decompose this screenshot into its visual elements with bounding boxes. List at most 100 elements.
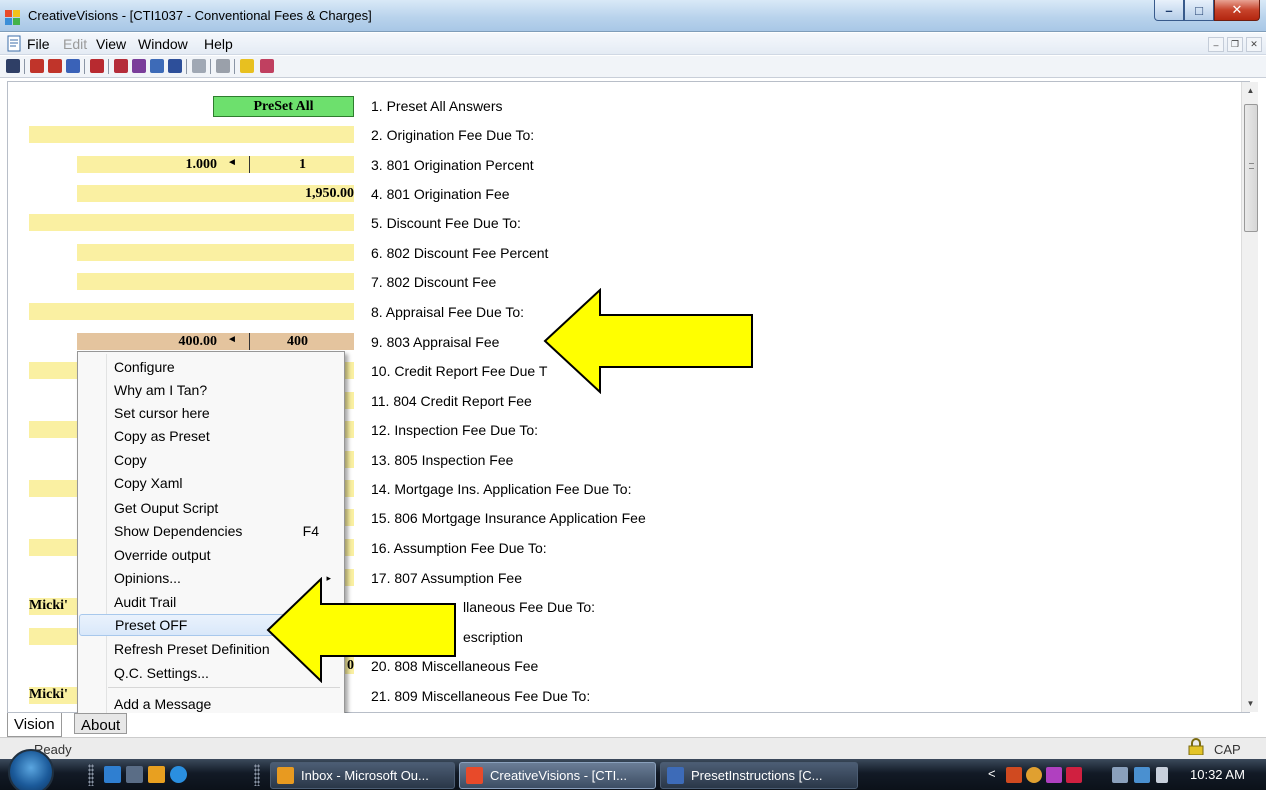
menu-item-label: Q.C. Settings... [114, 665, 209, 681]
network-icon[interactable] [1134, 767, 1150, 783]
close-button[interactable]: ✕ [1214, 0, 1260, 21]
status-bar: Ready CAP [0, 737, 1266, 759]
vertical-scrollbar[interactable]: ▲ ▼ [1241, 82, 1258, 712]
toolbar-flag-icon[interactable] [260, 59, 274, 73]
answer-field-21[interactable]: Micki' [29, 687, 79, 704]
answer-field-9[interactable]: 400.00 ◄ 400 [77, 333, 354, 350]
answer-field-6[interactable] [77, 244, 354, 261]
toolbar-globe-icon[interactable] [132, 59, 146, 73]
toolbar-separator [186, 59, 187, 74]
answer-field-5[interactable] [29, 214, 354, 231]
toolbar-help-icon[interactable] [240, 59, 254, 73]
tray-app-icon[interactable] [1006, 767, 1022, 783]
menu-item-set-cursor[interactable]: Set cursor here [79, 402, 343, 424]
outlook-icon [277, 767, 294, 784]
menu-item-add-message[interactable]: Add a Message [79, 693, 343, 715]
volume-icon[interactable] [1156, 767, 1168, 783]
toolbar [0, 56, 1266, 78]
caps-lock-indicator: CAP [1214, 742, 1241, 757]
taskbar-grip[interactable] [254, 764, 260, 786]
toolbar-person-icon[interactable] [114, 59, 128, 73]
menu-item-copy-as-preset[interactable]: Copy as Preset [79, 425, 343, 447]
menu-item-get-output-script[interactable]: Get Ouput Script [79, 497, 343, 519]
menu-item-label: Preset OFF [115, 617, 188, 633]
menu-edit[interactable]: Edit [63, 36, 87, 52]
creativevisions-app-icon[interactable] [4, 8, 22, 26]
taskbar-item-inbox[interactable]: Inbox - Microsoft Ou... [270, 762, 455, 789]
task-label: PresetInstructions [C... [691, 768, 823, 783]
document-icon[interactable] [7, 35, 23, 52]
answer-field-8[interactable] [29, 303, 354, 320]
show-desktop-icon[interactable] [104, 766, 121, 783]
menu-help[interactable]: Help [204, 36, 233, 52]
mdi-minimize-button[interactable]: – [1208, 37, 1224, 52]
tab-about[interactable]: About [74, 713, 128, 734]
appraisal-fee-value: 400.00 [178, 334, 218, 349]
toolbar-calc-icon[interactable] [150, 59, 164, 73]
answer-field-4[interactable]: 1,950.00 [77, 185, 354, 202]
menu-item-label: Set cursor here [114, 405, 210, 421]
toolbar-chart-icon[interactable] [66, 59, 80, 73]
toolbar-book-icon[interactable] [90, 59, 104, 73]
toolbar-d1-icon[interactable] [30, 59, 44, 73]
scroll-up-arrow-icon[interactable]: ▲ [1242, 82, 1259, 99]
menu-item-label: Override output [114, 547, 211, 563]
spin-arrow-icon[interactable]: ◄ [227, 334, 237, 345]
scrollbar-thumb[interactable] [1244, 104, 1258, 232]
menu-item-why-tan[interactable]: Why am I Tan? [79, 379, 343, 401]
mdi-restore-button[interactable]: ❐ [1227, 37, 1243, 52]
menu-item-configure[interactable]: Configure [79, 356, 343, 378]
preset-all-button[interactable]: PreSet All [213, 96, 354, 117]
tray-device-icon[interactable] [1112, 767, 1128, 783]
menu-item-label: Copy as Preset [114, 428, 210, 444]
question-label: 9. 803 Appraisal Fee [371, 334, 500, 350]
answer-field-7[interactable] [77, 273, 354, 290]
answer-field-3[interactable]: 1.000 ◄ 1 [77, 156, 354, 173]
creativevisions-icon [466, 767, 483, 784]
window-controls: – □ ✕ [1154, 0, 1260, 22]
answer-field-18[interactable]: Micki' [29, 598, 79, 615]
menu-window[interactable]: Window [138, 36, 188, 52]
menu-item-copy-xaml[interactable]: Copy Xaml [79, 472, 343, 494]
start-button[interactable] [8, 749, 54, 790]
question-label: 16. Assumption Fee Due To: [371, 540, 547, 556]
toolbar-grid-icon[interactable] [168, 59, 182, 73]
menu-item-copy[interactable]: Copy [79, 449, 343, 471]
toolbar-print-icon[interactable] [216, 59, 230, 73]
tab-vision[interactable]: Vision [7, 713, 62, 737]
mdi-close-button[interactable]: ✕ [1246, 37, 1262, 52]
taskbar-grip[interactable] [88, 764, 94, 786]
question-label: escription [463, 629, 523, 645]
taskbar-item-creativevisions[interactable]: CreativeVisions - [CTI... [459, 762, 656, 789]
show-hidden-icons-button[interactable]: < [988, 766, 996, 781]
toolbar-separator [210, 59, 211, 74]
menu-file[interactable]: File [27, 36, 50, 52]
scroll-down-arrow-icon[interactable]: ▼ [1242, 695, 1259, 712]
task-label: CreativeVisions - [CTI... [490, 768, 628, 783]
menu-view[interactable]: View [96, 36, 126, 52]
menu-item-label: Audit Trail [114, 594, 177, 610]
switch-windows-icon[interactable] [126, 766, 143, 783]
menu-item-override-output[interactable]: Override output [79, 544, 343, 566]
spin-arrow-icon[interactable]: ◄ [227, 157, 237, 168]
minimize-button[interactable]: – [1154, 0, 1184, 21]
tray-rainbow-icon[interactable] [1046, 767, 1062, 783]
toolbar-bulb-icon[interactable] [192, 59, 206, 73]
menu-bar: File Edit View Window Help – ❐ ✕ [0, 33, 1266, 55]
taskbar-item-presetinstructions[interactable]: PresetInstructions [C... [660, 762, 858, 789]
toolbar-file-icon[interactable] [6, 59, 20, 73]
maximize-button[interactable]: □ [1184, 0, 1214, 21]
answer-field-19[interactable] [29, 628, 79, 645]
toolbar-d2-icon[interactable] [48, 59, 62, 73]
system-clock[interactable]: 10:32 AM [1190, 767, 1245, 782]
toolbar-separator [108, 59, 109, 74]
outlook-quicklaunch-icon[interactable] [148, 766, 165, 783]
tray-antivirus-icon[interactable] [1066, 767, 1082, 783]
answer-field-2[interactable] [29, 126, 354, 143]
menu-item-show-dependencies[interactable]: Show Dependencies F4 [79, 520, 343, 542]
internet-explorer-icon[interactable] [170, 766, 187, 783]
tray-messenger-icon[interactable] [1026, 767, 1042, 783]
question-label: 15. 806 Mortgage Insurance Application F… [371, 510, 646, 526]
annotation-arrow-icon [266, 577, 456, 683]
annotation-arrow-icon [543, 288, 753, 394]
